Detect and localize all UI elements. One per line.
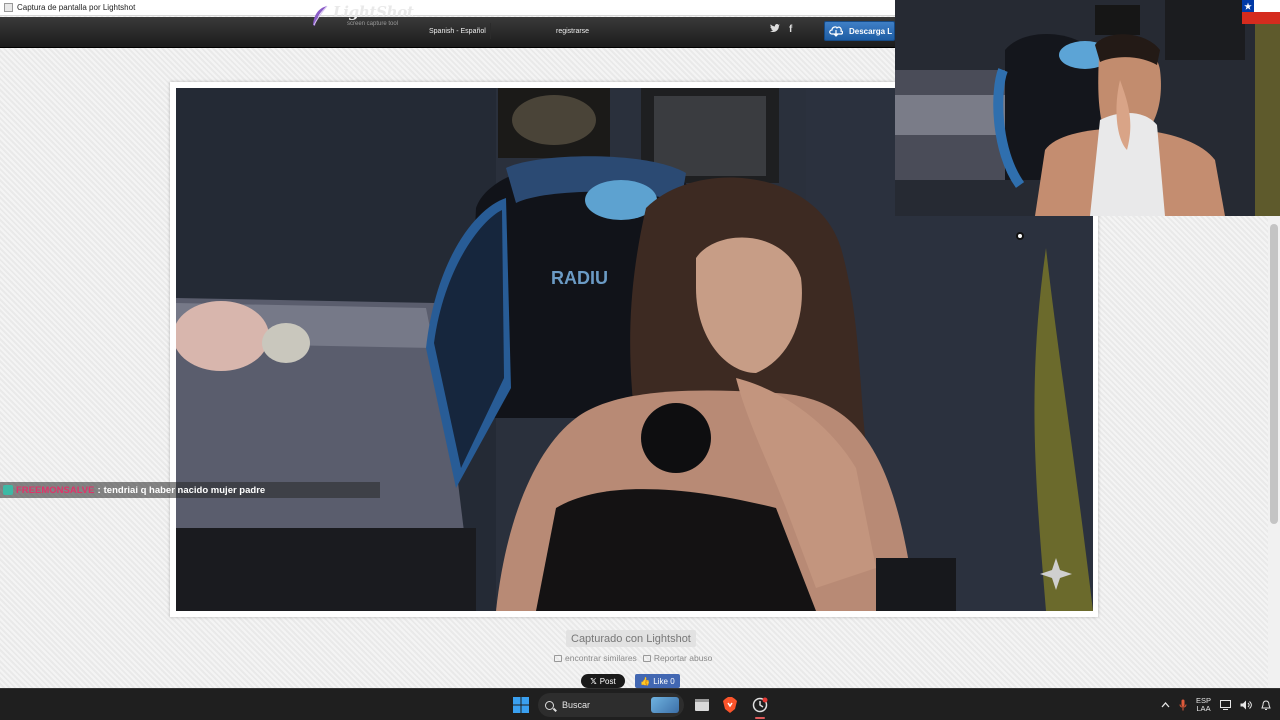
notification-icon[interactable] <box>1261 699 1271 711</box>
search-highlight-icon <box>651 697 679 713</box>
window-titlebar: Captura de pantalla por Lightshot <box>0 0 895 16</box>
chile-flag-icon <box>1242 0 1280 24</box>
report-abuse-label: Reportar abuso <box>653 653 713 663</box>
thumbs-up-icon: 👍 <box>640 676 651 686</box>
logo-name: LightShot <box>333 3 414 21</box>
language-indicator[interactable]: ESP LAA <box>1196 696 1211 714</box>
chevron-up-icon[interactable] <box>1161 702 1170 708</box>
report-abuse-link[interactable]: Reportar abuso <box>642 653 713 663</box>
find-similar-label: encontrar similares <box>565 653 637 663</box>
display-icon[interactable] <box>1220 700 1231 710</box>
chat-separator: : <box>97 484 101 496</box>
chat-username: FREEMONSALVE <box>16 484 95 496</box>
page-scrollbar[interactable] <box>1268 216 1280 688</box>
cloud-download-icon <box>829 26 843 37</box>
chat-message: FREEMONSALVE : tendriai q haber nacido m… <box>0 482 380 498</box>
webcam-overlay <box>895 0 1280 216</box>
x-logo-icon: 𝕏 <box>590 676 597 686</box>
window-title: Captura de pantalla por Lightshot <box>17 3 136 12</box>
page-favicon-icon <box>4 3 13 12</box>
file-explorer-icon[interactable] <box>688 689 716 720</box>
chat-text: tendriai q haber nacido mujer padre <box>103 484 266 496</box>
windows-start-icon[interactable] <box>508 689 534 720</box>
logo-subtitle: screen capture tool <box>347 21 399 27</box>
camera-icon <box>554 654 562 662</box>
download-button[interactable]: Descarga L <box>824 21 895 41</box>
taskbar: Buscar ESP LAA <box>0 688 1280 720</box>
cursor-icon <box>1016 232 1024 240</box>
flag-icon <box>642 654 651 662</box>
system-tray: ESP LAA <box>1161 689 1280 720</box>
search-label: Buscar <box>562 700 591 710</box>
find-similar-link[interactable]: encontrar similares <box>554 653 637 663</box>
lightshot-logo[interactable]: LightShot screen capture tool <box>311 3 414 29</box>
like-label: Like 0 <box>653 676 675 686</box>
volume-icon[interactable] <box>1240 700 1252 710</box>
active-app-indicator <box>755 717 765 719</box>
image-actions: encontrar similares Reportar abuso <box>554 652 712 664</box>
scrollbar-thumb[interactable] <box>1270 224 1278 524</box>
feather-logo-icon <box>313 5 328 26</box>
microphone-icon[interactable] <box>1179 699 1187 711</box>
download-label: Descarga L <box>849 26 893 36</box>
language-selector[interactable]: Spanish - Español <box>425 23 491 39</box>
post-label: Post <box>599 676 616 686</box>
browser-app-icon[interactable] <box>746 689 774 720</box>
captured-with-caption: Capturado con Lightshot <box>566 630 696 647</box>
taskbar-search[interactable]: Buscar <box>538 693 684 717</box>
chair-brand-text: RADIU <box>551 268 608 288</box>
register-link[interactable]: registrarse <box>556 23 589 39</box>
lang-bottom: LAA <box>1196 704 1211 713</box>
brave-icon[interactable] <box>716 689 744 720</box>
search-icon <box>545 700 554 710</box>
chat-badge-icon <box>3 485 13 495</box>
facebook-icon[interactable]: f <box>789 24 792 35</box>
x-post-button[interactable]: 𝕏 Post <box>581 674 625 688</box>
facebook-like-button[interactable]: 👍 Like 0 <box>635 674 680 688</box>
twitter-icon[interactable] <box>770 24 780 36</box>
